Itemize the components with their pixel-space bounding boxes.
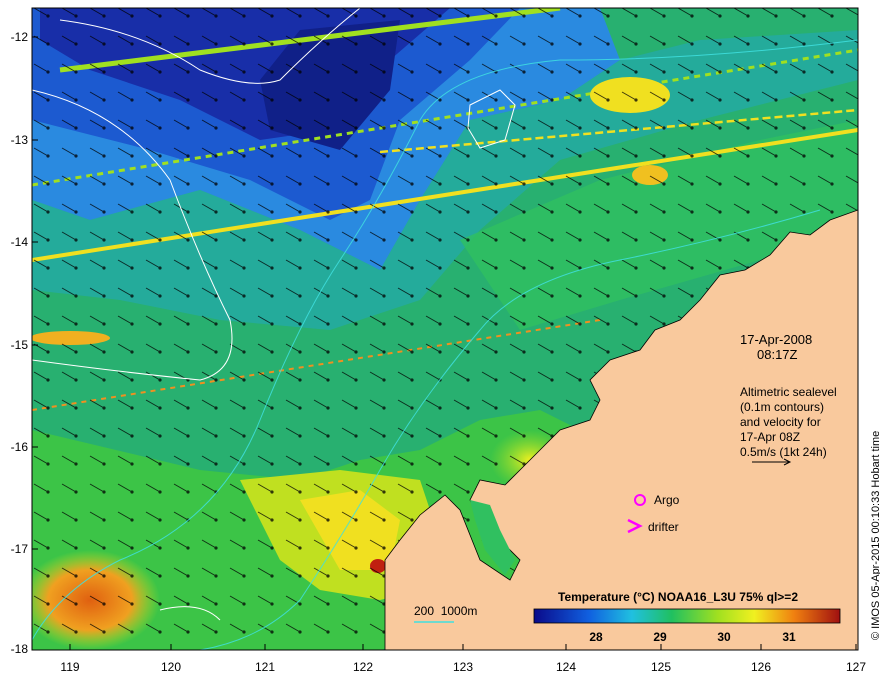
colorbar-title: Temperature (°C) NOAA16_L3U 75% ql>=2 bbox=[558, 590, 798, 604]
colorbar-tick: 31 bbox=[782, 630, 796, 644]
timestamp-time: 08:17Z bbox=[757, 347, 798, 362]
lat-label: -17 bbox=[10, 542, 28, 556]
lon-label: 127 bbox=[845, 660, 867, 674]
lat-label: -12 bbox=[10, 30, 28, 44]
colorbar-tick: 28 bbox=[589, 630, 603, 644]
lon-label: 124 bbox=[555, 660, 577, 674]
colorbar-tick: 30 bbox=[717, 630, 731, 644]
legend-line: Altimetric sealevel bbox=[740, 385, 837, 399]
lon-label: 122 bbox=[352, 660, 374, 674]
colorbar bbox=[533, 608, 841, 624]
lon-label: 123 bbox=[452, 660, 474, 674]
lat-label: -15 bbox=[10, 338, 28, 352]
lon-label: 121 bbox=[254, 660, 276, 674]
drifter-label: drifter bbox=[648, 520, 679, 534]
colorbar-tick: 29 bbox=[653, 630, 667, 644]
lat-label: -13 bbox=[10, 133, 28, 147]
argo-label: Argo bbox=[654, 493, 680, 507]
lat-label: -16 bbox=[10, 440, 28, 454]
legend-line: (0.1m contours) bbox=[740, 400, 825, 414]
bathymetry-label: 200 1000m bbox=[414, 604, 478, 618]
legend-line: and velocity for bbox=[740, 415, 821, 429]
lat-label: -18 bbox=[10, 642, 28, 656]
lon-label: 126 bbox=[750, 660, 772, 674]
lon-label: 125 bbox=[650, 660, 672, 674]
lon-label: 120 bbox=[160, 660, 182, 674]
legend-line: 0.5m/s (1kt 24h) bbox=[740, 445, 827, 459]
lon-label: 119 bbox=[60, 660, 80, 674]
timestamp-date: 17-Apr-2008 bbox=[740, 332, 813, 347]
legend-line: 17-Apr 08Z bbox=[740, 430, 801, 444]
lat-label: -14 bbox=[10, 235, 28, 249]
credit-text: © IMOS 05-Apr-2015 00:10:33 Hobart time bbox=[870, 430, 880, 640]
